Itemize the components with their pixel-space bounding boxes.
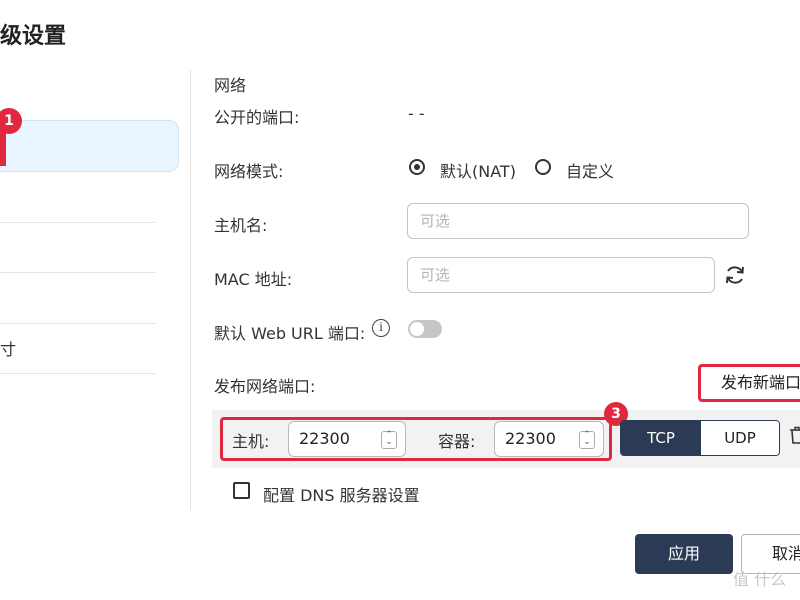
host-port-label: 主机:	[232, 432, 270, 451]
container-port-value: 22300	[505, 429, 556, 448]
public-port-label: 公开的端口:	[214, 108, 300, 127]
dialog-title: 级设置	[0, 24, 67, 49]
public-port-value: - -	[408, 104, 425, 123]
container-port-input[interactable]: 22300 ⌃ ⌄	[494, 421, 604, 457]
network-mode-label: 网络模式:	[214, 162, 284, 181]
info-icon[interactable]: i	[372, 319, 390, 337]
sidebar-item-label[interactable]: 寸	[0, 336, 16, 360]
radio-nat-label[interactable]: 默认(NAT)	[440, 158, 516, 182]
host-port-input[interactable]: 22300 ⌃ ⌄	[288, 421, 406, 457]
host-port-value: 22300	[299, 429, 350, 448]
watermark: 值 什么	[733, 570, 787, 589]
web-url-port-label: 默认 Web URL 端口:	[214, 324, 366, 343]
trash-icon[interactable]	[790, 426, 800, 444]
stepper-icon[interactable]: ⌃ ⌄	[579, 431, 595, 449]
vertical-divider	[190, 70, 191, 510]
sidebar-divider	[0, 222, 156, 223]
container-port-label: 容器:	[438, 432, 476, 451]
radio-custom[interactable]	[535, 159, 551, 175]
hostname-input[interactable]	[407, 203, 749, 239]
web-url-toggle[interactable]	[408, 320, 442, 338]
mac-label: MAC 地址:	[214, 270, 293, 289]
protocol-toggle: TCP UDP	[620, 420, 780, 456]
sidebar-divider	[0, 272, 156, 273]
publish-port-label: 发布网络端口:	[214, 377, 316, 396]
protocol-tcp[interactable]: TCP	[621, 421, 701, 455]
radio-nat[interactable]	[409, 159, 425, 175]
stepper-icon[interactable]: ⌃ ⌄	[381, 431, 397, 449]
publish-new-port-button[interactable]: 发布新端口	[698, 364, 800, 402]
radio-custom-label[interactable]: 自定义	[566, 158, 614, 182]
dns-checkbox[interactable]	[233, 482, 250, 499]
sidebar-divider	[0, 373, 156, 374]
sidebar-divider	[0, 323, 156, 324]
apply-button[interactable]: 应用	[635, 534, 733, 574]
protocol-udp[interactable]: UDP	[701, 421, 779, 455]
hostname-label: 主机名:	[214, 216, 268, 235]
sidebar-item-selected[interactable]	[0, 120, 179, 172]
refresh-icon[interactable]	[723, 263, 747, 287]
dns-settings-label[interactable]: 配置 DNS 服务器设置	[263, 482, 420, 506]
mac-input[interactable]	[407, 257, 715, 293]
section-title: 网络	[214, 76, 247, 95]
